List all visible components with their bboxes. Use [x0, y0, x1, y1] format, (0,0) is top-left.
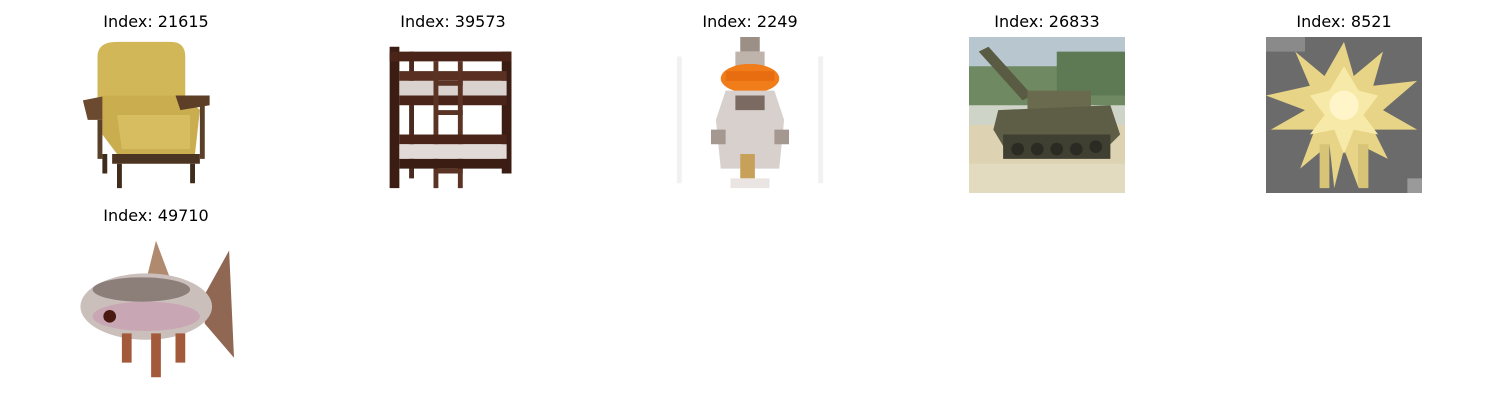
figurine-image — [672, 37, 828, 193]
tank-image — [969, 37, 1125, 193]
panel-title: Index: 2249 — [702, 12, 798, 31]
panel-title: Index: 26833 — [994, 12, 1100, 31]
fish-image — [78, 231, 234, 387]
grid-panel-4: Index: 26833 — [969, 12, 1125, 193]
grid-panel-2: Index: 39573 — [375, 12, 531, 193]
bunk-bed-image — [375, 37, 531, 193]
image-grid-figure: Index: 21615 Index: 39573 Index: 2249 In… — [0, 0, 1500, 400]
panel-title: Index: 8521 — [1296, 12, 1392, 31]
grid-panel-1: Index: 21615 — [78, 12, 234, 193]
armchair-image — [78, 37, 234, 193]
panel-title: Index: 49710 — [103, 206, 209, 225]
grid-panel-6: Index: 49710 — [78, 206, 234, 387]
grid-panel-3: Index: 2249 — [672, 12, 828, 193]
grid-panel-5: Index: 8521 — [1266, 12, 1422, 193]
panel-title: Index: 39573 — [400, 12, 506, 31]
spiky-object-image — [1266, 37, 1422, 193]
panel-title: Index: 21615 — [103, 12, 209, 31]
